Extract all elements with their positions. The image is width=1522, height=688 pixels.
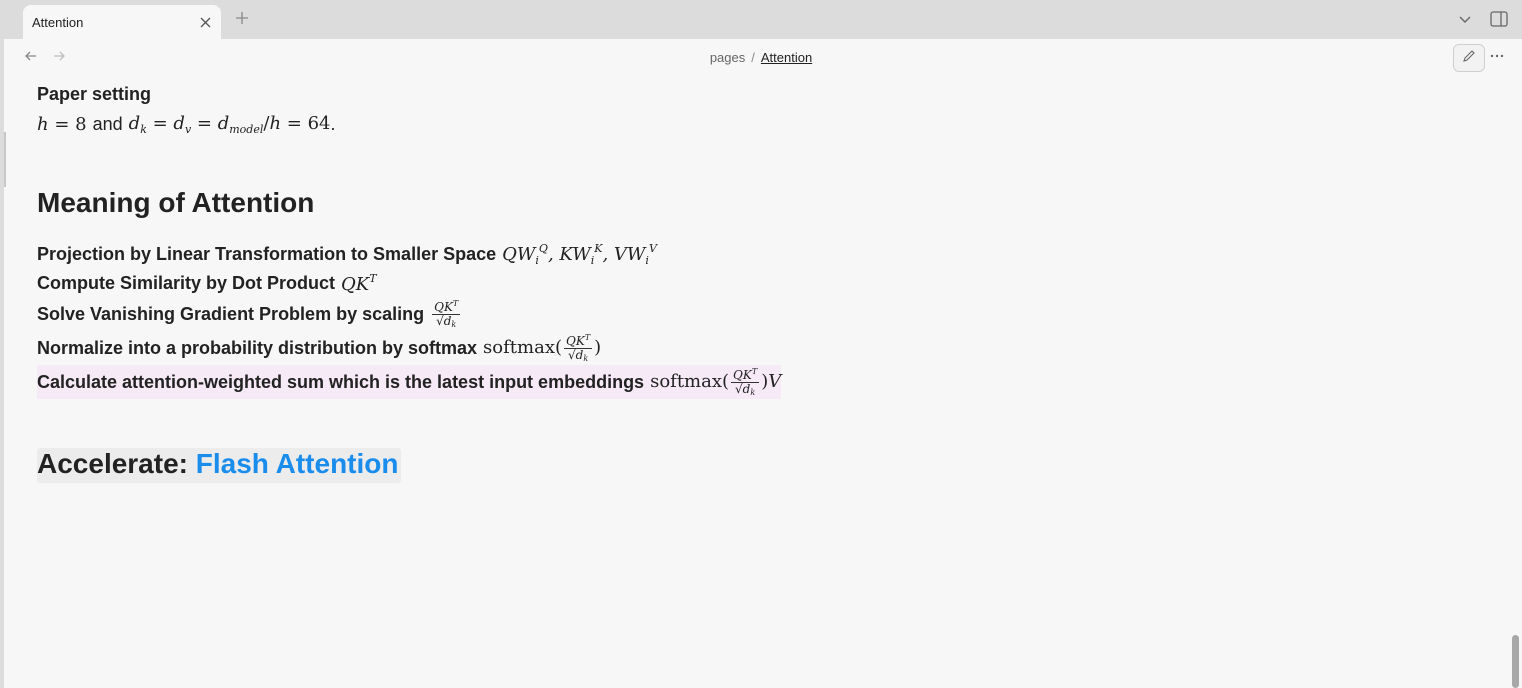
math-softmax: softmax(QKT √dk) xyxy=(483,333,602,363)
math-dk-dv: dk = dv = dmodel/h = 64 xyxy=(128,113,331,136)
step-label: Projection by Linear Transformation to S… xyxy=(37,244,497,264)
step-label: Calculate attention-weighted sum which i… xyxy=(37,371,645,392)
right-gutter xyxy=(1508,39,1522,688)
fold-marker xyxy=(4,132,6,187)
paper-setting-formula: h = 8 and dk = dv = dmodel/h = 64 . xyxy=(37,113,336,136)
plus-icon[interactable] xyxy=(233,10,251,28)
sidebar-toggle-icon[interactable] xyxy=(1490,11,1508,27)
accelerate-heading: Accelerate: Flash Attention xyxy=(37,448,401,483)
step-label: Normalize into a probability distributio… xyxy=(37,337,478,358)
more-icon[interactable] xyxy=(1489,49,1505,67)
breadcrumb: pages / Attention xyxy=(0,50,1522,65)
paper-setting-heading: Paper setting xyxy=(37,84,152,104)
step-weighted-sum: Calculate attention-weighted sum which i… xyxy=(37,365,782,399)
step-projection: Projection by Linear Transformation to S… xyxy=(37,242,657,267)
breadcrumb-parent[interactable]: pages xyxy=(710,50,745,65)
accelerate-prefix: Accelerate: xyxy=(37,448,196,479)
tab-attention[interactable]: Attention xyxy=(23,5,221,39)
chevron-down-icon[interactable] xyxy=(1458,12,1474,28)
softmax-word: softmax xyxy=(483,337,555,358)
step-label: Compute Similarity by Dot Product xyxy=(37,273,336,293)
step-label: Solve Vanishing Gradient Problem by scal… xyxy=(37,303,425,324)
close-icon[interactable] xyxy=(197,14,213,30)
meaning-heading: Meaning of Attention xyxy=(37,187,315,218)
step-scaling: Solve Vanishing Gradient Problem by scal… xyxy=(37,297,462,331)
scrollbar-thumb[interactable] xyxy=(1512,635,1519,688)
step-softmax: Normalize into a probability distributio… xyxy=(37,331,601,365)
tab-title: Attention xyxy=(32,14,84,30)
math-scaled-fraction: QKT √dk xyxy=(432,299,461,329)
tab-bar: Attention xyxy=(0,0,1522,39)
flash-attention-link[interactable]: Flash Attention xyxy=(196,448,399,479)
and-word: and xyxy=(92,114,123,134)
step-similarity: Compute Similarity by Dot Product QKT xyxy=(37,272,377,295)
math-h-eq-8: h = 8 xyxy=(37,114,87,135)
breadcrumb-separator: / xyxy=(751,50,755,65)
pencil-icon xyxy=(1462,49,1476,68)
math-projections: QWiQ, KWiK, VWiV xyxy=(502,242,657,267)
math-qkt: QKT xyxy=(341,272,377,295)
trailing-period: . xyxy=(330,114,336,134)
breadcrumb-current[interactable]: Attention xyxy=(761,50,812,65)
edit-button[interactable] xyxy=(1453,44,1485,72)
math-attention: softmax(QKT √dk)V xyxy=(650,367,782,397)
softmax-word: softmax xyxy=(650,371,722,392)
